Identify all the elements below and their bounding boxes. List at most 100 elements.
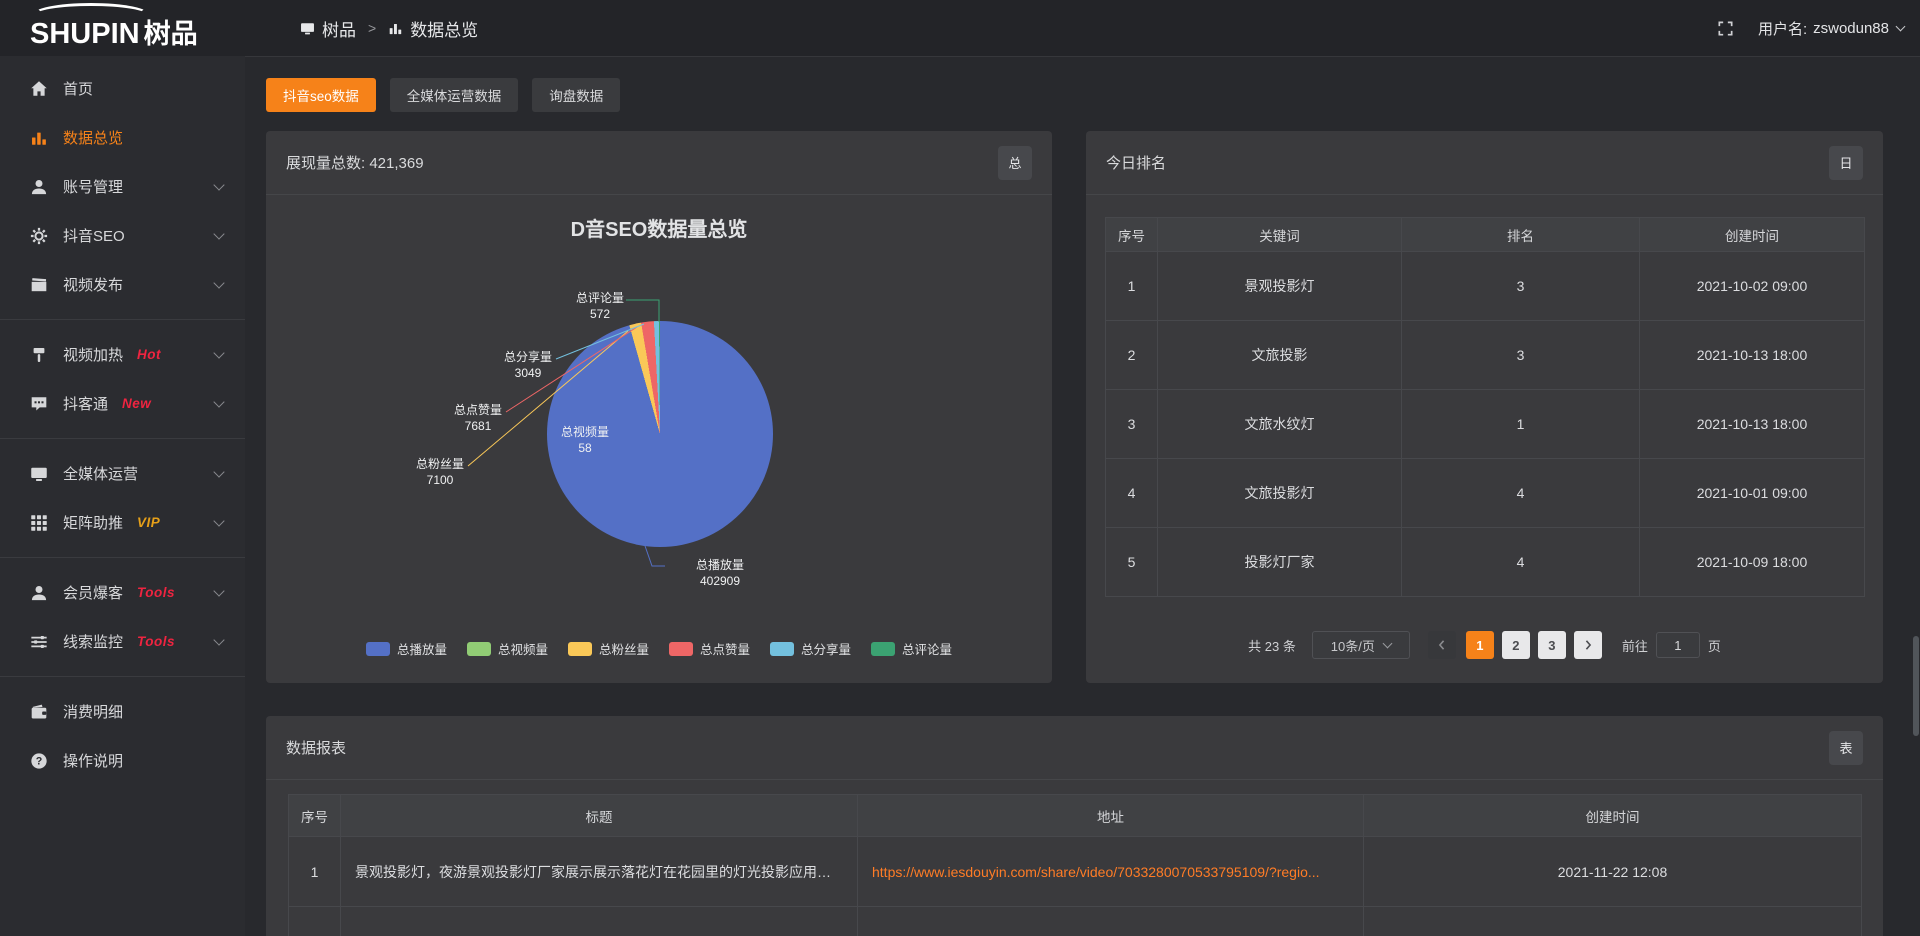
column-header: 创建时间 [1640,218,1865,252]
ranking-panel-head: 今日排名 日 [1086,131,1883,195]
sidebar-item-label: 抖音SEO [63,225,125,246]
tab-3[interactable]: 询盘数据 [532,78,620,112]
sidebar-item-data-overview[interactable]: 数据总览 [0,113,245,162]
ranking-toggle-button[interactable]: 日 [1829,146,1863,180]
page-button-1[interactable]: 1 [1466,631,1494,659]
legend-item[interactable]: 总评论量 [871,639,952,658]
legend-label: 总播放量 [397,639,447,658]
ranking-table: 序号关键词排名创建时间1景观投影灯32021-10-02 09:002文旅投影3… [1105,217,1865,597]
monitor-icon [30,465,48,483]
pie-label-2: 总视频量58 [530,424,640,456]
sidebar-item-instructions[interactable]: ?操作说明 [0,736,245,785]
report-cell-title: 景观投影灯，夜游景观投影灯厂家展示展示落花灯在花园里的灯光投影应用效果 # [341,837,858,907]
column-header: 序号 [1106,218,1158,252]
sidebar-item-label: 线索监控 [63,631,123,652]
sidebar-item-video-heat[interactable]: 视频加热Hot [0,330,245,379]
chevron-down-icon [213,515,224,526]
legend-swatch [366,642,390,656]
tab-1[interactable]: 抖音seo数据 [266,78,376,112]
sidebar-item-member-baoke[interactable]: 会员爆客Tools [0,568,245,617]
report-panel: 数据报表 表 序号标题地址创建时间1景观投影灯，夜游景观投影灯厂家展示展示落花灯… [266,716,1883,936]
page-button-2[interactable]: 2 [1502,631,1530,659]
goto-page-input[interactable] [1656,632,1700,658]
chevron-down-icon [213,634,224,645]
logo-text-en: SHUPIN [30,18,140,50]
table-header-row: 序号关键词排名创建时间 [1106,218,1865,252]
scrollbar-thumb[interactable] [1913,636,1919,736]
ranking-row: 1景观投影灯32021-10-02 09:00 [1106,252,1865,321]
topbar: SHUPIN树品 树品 > 数据总览 用户名: zswodun88 [0,0,1920,56]
pie-label-value: 572 [545,306,655,322]
fullscreen-icon[interactable] [1717,20,1734,37]
ranking-cell: 4 [1402,528,1640,597]
pie-label-4: 总点赞量7681 [423,402,533,434]
breadcrumb-page[interactable]: 数据总览 [388,16,478,41]
user-menu[interactable]: 用户名: zswodun88 [1758,18,1904,39]
legend-item[interactable]: 总点赞量 [669,639,750,658]
breadcrumb-site[interactable]: 树品 [300,16,356,41]
page-button-3[interactable]: 3 [1538,631,1566,659]
legend-swatch [871,642,895,656]
chevron-down-icon [213,347,224,358]
video-link[interactable]: https://www.iesdouyin.com/share/video/70… [872,864,1320,880]
overview-toggle-button[interactable]: 总 [998,146,1032,180]
username: zswodun88 [1813,20,1889,37]
ranking-cell: 文旅投影灯 [1158,459,1402,528]
sidebar-item-douyin-seo[interactable]: 抖音SEO [0,211,245,260]
page-size-value: 10条/页 [1331,636,1375,655]
tab-2[interactable]: 全媒体运营数据 [390,78,519,112]
sidebar-item-badge: New [122,396,151,411]
overview-panel-head: 展现量总数: 421,369 总 [266,131,1052,195]
report-toggle-button[interactable]: 表 [1829,731,1863,765]
legend-swatch [568,642,592,656]
chart-legend: 总播放量 总视频量 总粉丝量 总点赞量 总分享量 总评论量 [266,639,1052,658]
breadcrumb-site-label: 树品 [322,16,356,41]
column-header: 序号 [289,795,341,837]
sidebar-item-video-publish[interactable]: 视频发布 [0,260,245,309]
ranking-row: 5投影灯厂家42021-10-09 18:00 [1106,528,1865,597]
sidebar-item-clue-monitor[interactable]: 线索监控Tools [0,617,245,666]
chat-icon [30,395,48,413]
bar-chart-icon [30,129,48,147]
sidebar-item-douketong[interactable]: 抖客通New [0,379,245,428]
chevron-down-icon [213,277,224,288]
chart-title: D音SEO数据量总览 [266,213,1052,242]
sidebar-item-label: 矩阵助推 [63,512,123,533]
pagination-total: 共 23 条 [1248,636,1296,655]
sidebar-item-media-operation[interactable]: 全媒体运营 [0,449,245,498]
goto-suffix: 页 [1708,636,1721,655]
pie-label-value: 7681 [423,418,533,434]
sidebar-item-account-management[interactable]: 账号管理 [0,162,245,211]
column-header: 关键词 [1158,218,1402,252]
page-size-select[interactable]: 10条/页 [1312,631,1410,659]
report-cell-no: 1 [289,837,341,907]
report-panel-title: 数据报表 [286,737,346,758]
table-header-row: 序号标题地址创建时间 [289,795,1862,837]
ranking-row: 4文旅投影灯42021-10-01 09:00 [1106,459,1865,528]
sidebar-item-home[interactable]: 首页 [0,64,245,113]
legend-item[interactable]: 总分享量 [770,639,851,658]
legend-item[interactable]: 总粉丝量 [568,639,649,658]
prev-page-button[interactable] [1428,631,1456,659]
pie-label-1: 总播放量402909 [665,557,775,589]
pie-label-5: 总分享量3049 [473,349,583,381]
goto-label: 前往 [1622,636,1648,655]
sidebar: 首页数据总览账号管理抖音SEO视频发布视频加热Hot抖客通New全媒体运营矩阵助… [0,56,245,936]
pagination: 共 23 条 10条/页 1 2 3 前往 页 [1086,631,1883,659]
pie-label-name: 总粉丝量 [385,456,495,472]
pie-label-value: 7100 [385,472,495,488]
legend-swatch [770,642,794,656]
sidebar-item-consumption-detail[interactable]: 消费明细 [0,687,245,736]
ranking-cell: 3 [1402,321,1640,390]
ranking-cell: 2021-10-01 09:00 [1640,459,1865,528]
legend-item[interactable]: 总视频量 [467,639,548,658]
ranking-cell: 1 [1106,252,1158,321]
sidebar-divider [0,319,245,320]
next-page-button[interactable] [1574,631,1602,659]
chevron-down-icon [213,228,224,239]
pie-label-value: 402909 [665,573,775,589]
pie-label-6: 总评论量572 [545,290,655,322]
legend-item[interactable]: 总播放量 [366,639,447,658]
sidebar-item-matrix-boost[interactable]: 矩阵助推VIP [0,498,245,547]
panels-row: 展现量总数: 421,369 总 D音SEO数据量总览 总播放量402909总视… [266,131,1920,683]
